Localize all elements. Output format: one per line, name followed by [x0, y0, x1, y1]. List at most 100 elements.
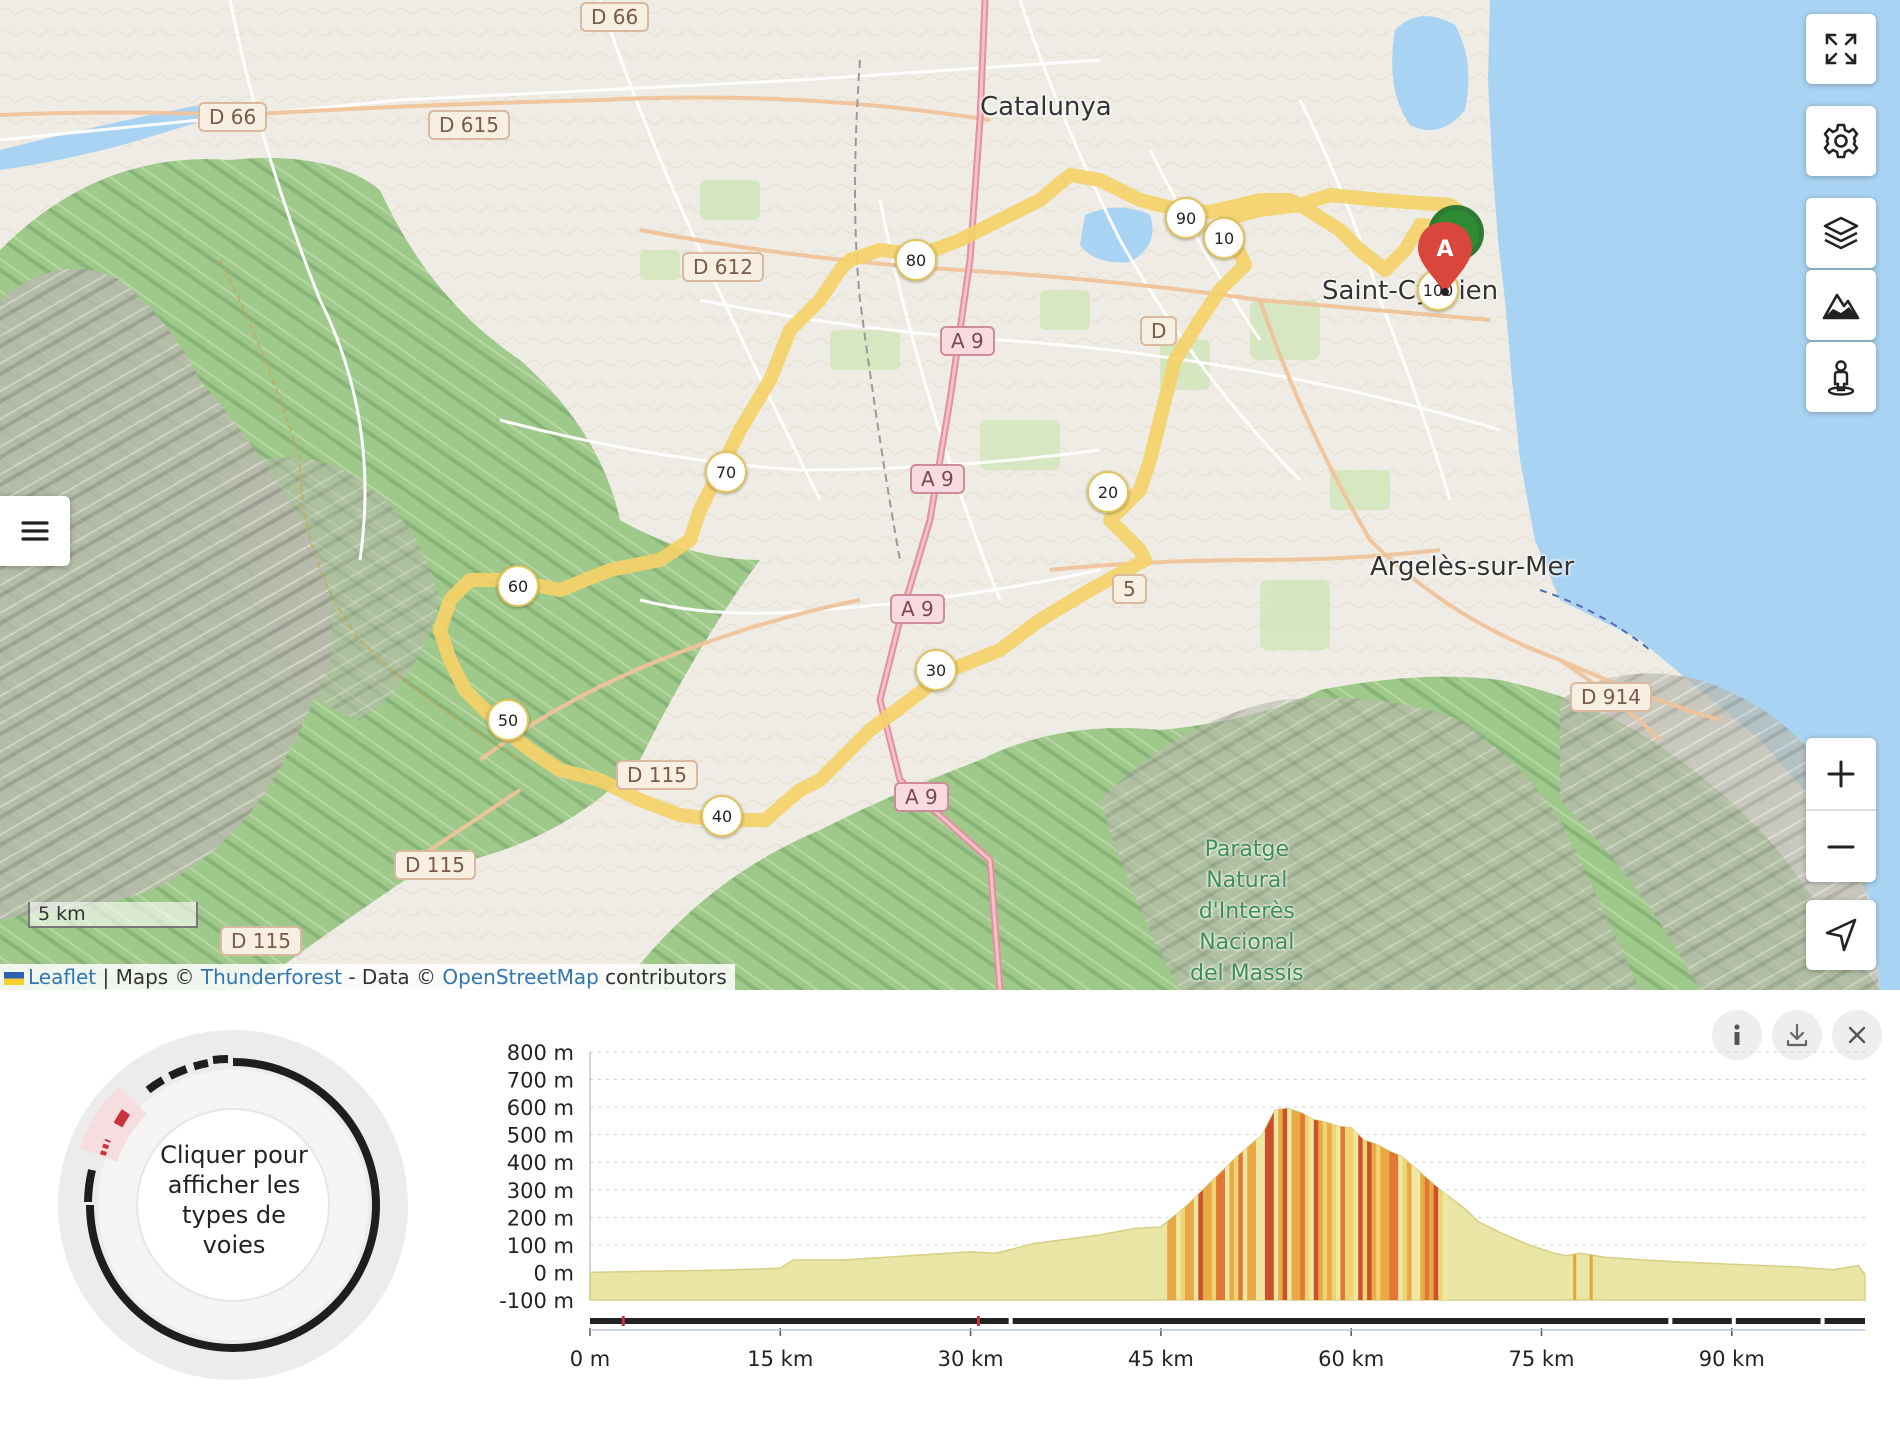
grade-stripe [1287, 1108, 1292, 1300]
scale-bar: 5 km [28, 902, 198, 928]
grade-stripe [1573, 1108, 1577, 1300]
park-label-line: d'Interès [1198, 899, 1295, 924]
x-axis-ticks: 0 m 15 km 30 km 45 km 60 km 75 km 90 km [570, 1328, 1865, 1371]
road-shield: 5 [1112, 574, 1147, 604]
grade-stripe [1318, 1108, 1324, 1300]
km-marker[interactable]: 80 [895, 239, 937, 281]
grade-stripe [1225, 1108, 1230, 1300]
place-label-argeles: Argelès-sur-Mer [1370, 552, 1575, 582]
grade-stripe [1415, 1108, 1421, 1300]
grade-stripe [1411, 1108, 1417, 1300]
thunderforest-link[interactable]: Thunderforest [201, 965, 342, 989]
road-shield: D 115 [394, 850, 476, 880]
donut-center-text[interactable]: Cliquer pour afficher les types de voies [154, 1140, 314, 1260]
grade-stripe [1233, 1108, 1239, 1300]
grade-stripe [1300, 1108, 1306, 1300]
grade-stripe [1589, 1108, 1593, 1300]
km-marker[interactable]: 20 [1087, 471, 1129, 513]
park-label-line: del Massís [1190, 961, 1304, 986]
start-marker-label: A [1436, 237, 1453, 262]
menu-icon [21, 521, 49, 541]
fullscreen-button[interactable] [1806, 14, 1876, 84]
grade-stripe [1207, 1108, 1213, 1300]
surface-track [590, 1316, 1865, 1326]
grade-stripe [1189, 1108, 1195, 1300]
km-marker[interactable]: 90 [1165, 197, 1207, 239]
menu-button[interactable] [0, 496, 70, 566]
streetview-button[interactable] [1806, 342, 1876, 412]
grade-stripe [1202, 1108, 1208, 1300]
park-label-line: Natural [1206, 868, 1288, 893]
y-tick-label: 700 m [507, 1069, 574, 1093]
settings-button[interactable] [1806, 106, 1876, 176]
road-shield: D [1140, 316, 1178, 346]
elevation-chart[interactable]: 800 m 700 m 600 m 500 m 400 m 300 m 200 m 100 m… [480, 1020, 1890, 1420]
road-shield: D 115 [616, 760, 698, 790]
grade-stripe [1433, 1108, 1439, 1300]
grade-stripe [1340, 1108, 1346, 1300]
road-shield: D 115 [220, 926, 302, 956]
grade-stripe [1211, 1108, 1217, 1300]
grade-stripe [1371, 1108, 1377, 1300]
grade-stripe [1402, 1108, 1408, 1300]
grade-stripe [1327, 1108, 1332, 1300]
x-tick-label: 60 km [1318, 1347, 1384, 1371]
park-label-line: Paratge [1204, 837, 1289, 862]
grade-stripe [1304, 1108, 1310, 1300]
grade-stripe [1269, 1108, 1275, 1300]
grade-stripe [1171, 1108, 1177, 1300]
km-marker[interactable]: 40 [701, 795, 743, 837]
grade-stripe [1198, 1108, 1204, 1300]
y-tick-label: 800 m [507, 1041, 574, 1065]
km-marker[interactable]: 60 [497, 565, 539, 607]
grade-stripe [1393, 1108, 1399, 1300]
map-view[interactable]: Catalunya Saint-Cyprien Argelès-sur-Mer … [0, 0, 1900, 990]
leaflet-link[interactable]: Leaflet [28, 965, 96, 989]
y-tick-label: 300 m [507, 1179, 574, 1203]
surface-track-gap [1008, 1318, 1013, 1324]
grade-stripe [1362, 1108, 1368, 1300]
openstreetmap-link[interactable]: OpenStreetMap [442, 965, 598, 989]
road-shield: D 914 [1570, 682, 1652, 712]
km-marker[interactable]: 30 [915, 649, 957, 691]
grade-stripe [1296, 1108, 1301, 1300]
grade-stripe [1429, 1108, 1435, 1300]
zoom-in-button[interactable] [1806, 738, 1876, 809]
km-marker[interactable]: 50 [487, 699, 529, 741]
grade-stripe [1185, 1108, 1190, 1300]
pegman-icon [1827, 360, 1855, 396]
x-tick-label: 30 km [938, 1347, 1004, 1371]
attribution-text: - Data © [342, 965, 443, 989]
grade-stripe [1273, 1108, 1279, 1300]
grade-stripe [1256, 1108, 1261, 1300]
road-type-donut[interactable]: Cliquer pour afficher les types de voies [58, 1030, 408, 1380]
grade-stripe [1389, 1108, 1395, 1300]
donut-center-line: Cliquer pour [160, 1141, 308, 1169]
locate-button[interactable] [1806, 900, 1876, 970]
y-axis-ticks: 800 m 700 m 600 m 500 m 400 m 300 m 200 m 100 m… [499, 1041, 574, 1313]
grade-stripe [1247, 1108, 1253, 1300]
grade-stripe [1313, 1108, 1319, 1300]
km-marker[interactable]: 10 [1203, 217, 1245, 259]
start-marker[interactable]: A [1414, 218, 1476, 298]
elevation-panel: Cliquer pour afficher les types de voies… [0, 990, 1900, 1436]
terrain-icon [1822, 293, 1860, 320]
grade-stripe [1375, 1108, 1381, 1300]
zoom-out-button[interactable] [1806, 811, 1876, 882]
surface-track-gap [1731, 1318, 1736, 1324]
grade-stripe [1398, 1108, 1403, 1300]
attribution-text: | Maps © [96, 965, 201, 989]
layers-button[interactable] [1806, 198, 1876, 268]
road-shield-motorway: A 9 [894, 782, 949, 812]
y-tick-label: 0 m [534, 1261, 575, 1285]
surface-track-gap [1820, 1318, 1825, 1324]
grade-stripe [1380, 1108, 1386, 1300]
grade-stripe [1238, 1108, 1244, 1300]
road-shield-motorway: A 9 [910, 464, 965, 494]
km-marker[interactable]: 70 [705, 451, 747, 493]
surface-track-mark [621, 1316, 625, 1326]
grade-stripe [1407, 1108, 1412, 1300]
zoom-control [1806, 738, 1876, 882]
terrain-button[interactable] [1806, 270, 1876, 340]
grade-stripe [1229, 1108, 1235, 1300]
